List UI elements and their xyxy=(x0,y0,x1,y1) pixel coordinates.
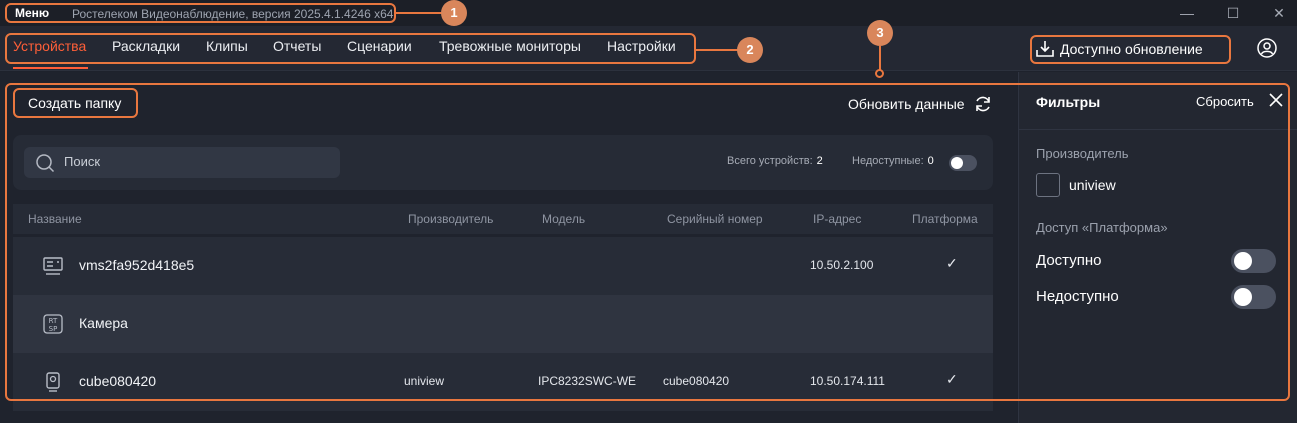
update-label: Доступно обновление xyxy=(1060,41,1203,57)
device-ip: 10.50.2.100 xyxy=(810,258,874,272)
device-model: IPC8232SWC-WE xyxy=(538,374,637,388)
tab-scenarios[interactable]: Сценарии xyxy=(347,38,412,54)
search-panel: Всего устройств:2 Недоступные:0 xyxy=(13,135,993,190)
total-devices-label: Всего устройств: xyxy=(727,155,813,167)
camera-icon xyxy=(46,372,60,392)
search-input[interactable] xyxy=(64,154,324,169)
column-ip[interactable]: IP-адрес xyxy=(813,212,861,226)
unavailable-filter-toggle[interactable] xyxy=(1231,285,1276,309)
update-available-button[interactable]: Доступно обновление xyxy=(1034,36,1203,62)
device-name: vms2fa952d418e5 xyxy=(79,257,195,273)
close-icon[interactable] xyxy=(1268,92,1284,108)
unavailable-toggle[interactable] xyxy=(949,155,977,171)
unavailable-devices-stat: Недоступные: 0 xyxy=(852,155,934,167)
user-profile-icon[interactable] xyxy=(1257,38,1277,58)
devices-panel: Создать папку Обновить данные Всего устр… xyxy=(0,72,1017,423)
column-name[interactable]: Название xyxy=(28,212,82,226)
active-tab-indicator xyxy=(13,67,88,69)
title-bar: Меню Ростелеком Видеонаблюдение, версия … xyxy=(0,0,1297,26)
total-devices-stat: Всего устройств: 2 xyxy=(727,155,823,167)
tab-alarm-monitors[interactable]: Тревожные мониторы xyxy=(439,38,581,54)
reset-filters-button[interactable]: Сбросить xyxy=(1196,94,1254,109)
download-icon xyxy=(1036,41,1054,57)
tab-clips[interactable]: Клипы xyxy=(206,38,248,54)
svg-text:SP: SP xyxy=(49,325,58,333)
refresh-data-button[interactable]: Обновить данные xyxy=(848,94,993,114)
column-model[interactable]: Модель xyxy=(542,212,585,226)
device-name: cube080420 xyxy=(79,373,157,389)
table-header: Название Производитель Модель Серийный н… xyxy=(13,204,993,234)
annotation-badge-3: 3 xyxy=(867,20,893,46)
annotation-connector-2 xyxy=(696,49,738,51)
annotation-dot-3 xyxy=(875,69,884,78)
annotation-connector-1 xyxy=(396,12,442,14)
app-title: Ростелеком Видеонаблюдение, версия 2025.… xyxy=(72,7,394,21)
platform-check-icon: ✓ xyxy=(946,255,958,271)
refresh-icon xyxy=(975,96,990,112)
tab-devices[interactable]: Устройства xyxy=(13,38,86,54)
svg-text:RT: RT xyxy=(49,317,58,325)
filters-title: Фильтры xyxy=(1036,94,1101,110)
refresh-label: Обновить данные xyxy=(848,96,965,112)
tab-layouts[interactable]: Раскладки xyxy=(112,38,180,54)
total-devices-value: 2 xyxy=(816,155,823,167)
device-ip: 10.50.174.111 xyxy=(810,374,885,388)
unavailable-devices-label: Недоступные: xyxy=(852,155,924,167)
filters-panel: Фильтры Сбросить Производитель uniview Д… xyxy=(1018,72,1297,423)
device-vendor: uniview xyxy=(404,374,445,388)
create-folder-button[interactable]: Создать папку xyxy=(28,95,121,111)
table-row[interactable]: vms2fa952d418e5 10.50.2.100 ✓ xyxy=(13,237,993,295)
close-window-button[interactable]: ✕ xyxy=(1268,3,1290,23)
minimize-button[interactable]: — xyxy=(1176,3,1198,23)
table-row[interactable]: cube080420 uniview IPC8232SWC-WE cube080… xyxy=(13,353,993,411)
platform-access-label: Доступ «Платформа» xyxy=(1036,220,1168,235)
menu-button[interactable]: Меню xyxy=(15,6,49,20)
unavailable-label: Недоступно xyxy=(1036,288,1119,305)
column-vendor[interactable]: Производитель xyxy=(408,212,493,226)
filters-header: Фильтры Сбросить xyxy=(1019,72,1297,130)
platform-check-icon: ✓ xyxy=(946,371,958,387)
search-box[interactable] xyxy=(24,147,340,178)
maximize-button[interactable]: ☐ xyxy=(1222,3,1244,23)
annotation-connector-3 xyxy=(879,46,881,70)
table-row[interactable]: RT SP Камера xyxy=(13,295,993,353)
manufacturer-option-label[interactable]: uniview xyxy=(1069,177,1116,193)
device-serial: cube080420 xyxy=(663,374,730,388)
tab-reports[interactable]: Отчеты xyxy=(273,38,321,54)
annotation-badge-2: 2 xyxy=(737,37,763,63)
column-platform[interactable]: Платформа xyxy=(912,212,978,226)
tab-settings[interactable]: Настройки xyxy=(607,38,676,54)
annotation-badge-1: 1 xyxy=(441,0,467,26)
unavailable-devices-value: 0 xyxy=(927,155,934,167)
manufacturer-label: Производитель xyxy=(1036,146,1129,161)
manufacturer-checkbox[interactable] xyxy=(1036,173,1060,197)
available-label: Доступно xyxy=(1036,252,1102,269)
device-name: Камера xyxy=(79,315,128,331)
rtsp-icon: RT SP xyxy=(43,314,63,334)
server-icon xyxy=(43,257,63,275)
main-navigation: Устройства Раскладки Клипы Отчеты Сценар… xyxy=(0,26,1297,71)
available-toggle[interactable] xyxy=(1231,249,1276,273)
search-icon xyxy=(36,154,55,173)
column-serial[interactable]: Серийный номер xyxy=(667,212,763,226)
